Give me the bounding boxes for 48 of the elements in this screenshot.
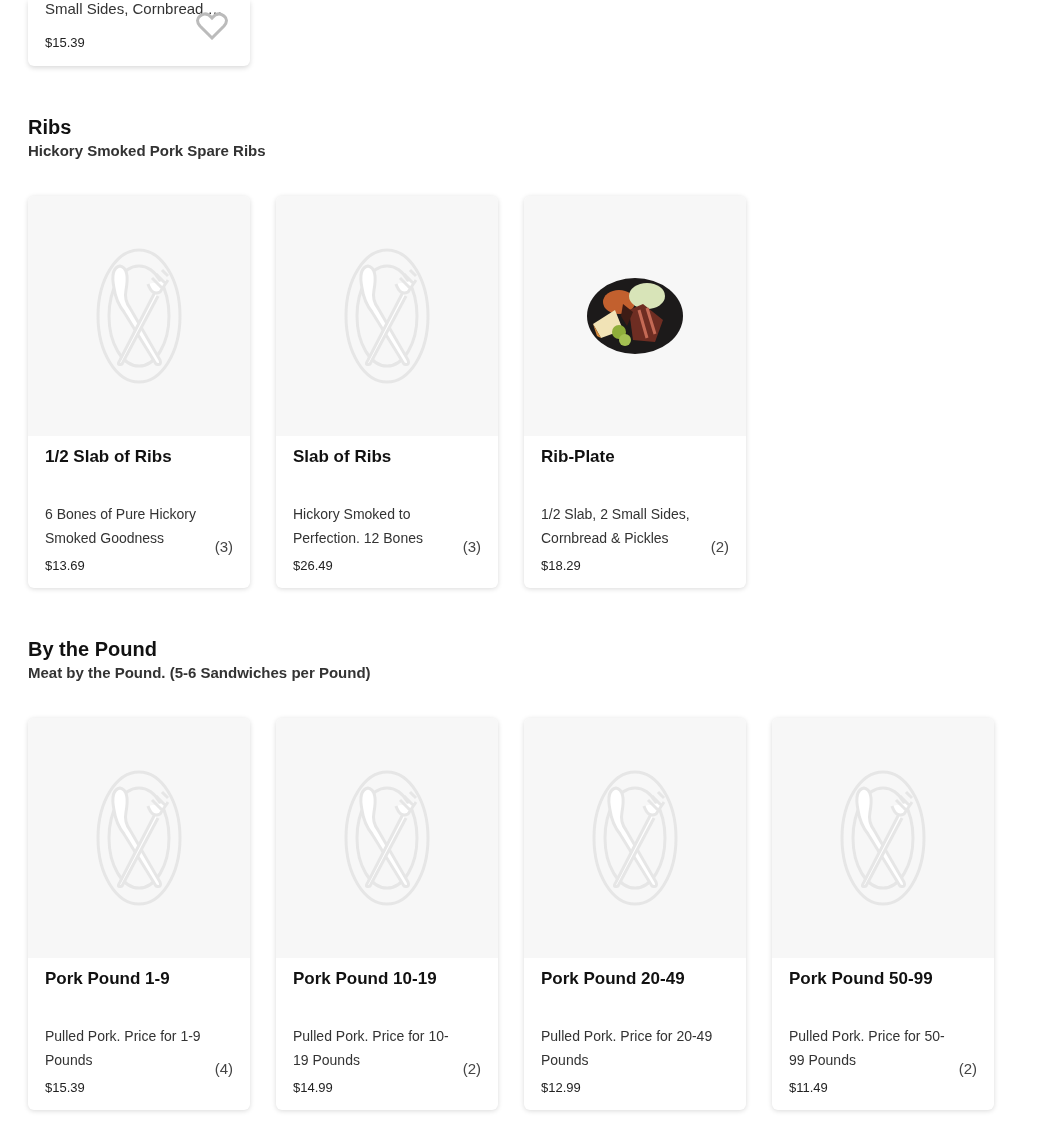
- item-description: Small Sides, Cornbread …: [45, 0, 224, 18]
- item-description: Hickory Smoked to Perfection. 12 Bones: [293, 505, 424, 548]
- menu-item-card[interactable]: Pork Pound 50-99 Pulled Pork. Price for 50-99 Pounds $11.49 (2): [772, 718, 994, 1110]
- review-count: (3): [214, 536, 233, 557]
- plate-cutlery-icon: [96, 770, 182, 906]
- review-count: (2): [710, 536, 729, 557]
- item-price: $13.69: [45, 557, 86, 575]
- item-price: $12.99: [541, 1079, 582, 1097]
- review-count: (3): [462, 536, 481, 557]
- plate-cutlery-icon: [344, 248, 430, 384]
- heart-icon[interactable]: [196, 12, 228, 40]
- item-name: Slab of Ribs: [293, 446, 393, 468]
- section-subtitle: Meat by the Pound. (5-6 Sandwiches per Pound): [28, 663, 372, 683]
- menu-item-card[interactable]: 1/2 Slab of Ribs 6 Bones of Pure Hickory Smoked Goodness $13.69 (3): [28, 196, 250, 588]
- item-price: $18.29: [541, 557, 582, 575]
- plate-cutlery-icon: [840, 770, 926, 906]
- menu-item-card[interactable]: Slab of Ribs Hickory Smoked to Perfection. 12 Bones $26.49 (3): [276, 196, 498, 588]
- item-description: Pulled Pork. Price for 20-49 Pounds: [541, 1027, 714, 1070]
- item-name: Rib-Plate: [541, 446, 616, 468]
- item-description: 1/2 Slab, 2 Small Sides, Cornbread & Pickles: [541, 505, 691, 548]
- section-title: By the Pound: [28, 637, 158, 662]
- item-price: $15.39: [45, 35, 85, 50]
- plate-cutlery-icon: [344, 770, 430, 906]
- item-name: Pork Pound 1-9: [45, 968, 171, 990]
- item-description: Pulled Pork. Price for 1-9 Pounds: [45, 1027, 202, 1070]
- item-price: $14.99: [293, 1079, 334, 1097]
- section-title: Ribs: [28, 115, 73, 140]
- item-name: Pork Pound 20-49: [541, 968, 686, 990]
- item-description: Pulled Pork. Price for 10-19 Pounds: [293, 1027, 450, 1070]
- review-count: (2): [958, 1058, 977, 1079]
- item-price: $11.49: [789, 1079, 829, 1097]
- item-description: Pulled Pork. Price for 50-99 Pounds: [789, 1027, 946, 1070]
- plate-cutlery-icon: [592, 770, 678, 906]
- item-name: 1/2 Slab of Ribs: [45, 446, 173, 468]
- item-price: $26.49: [293, 557, 334, 575]
- menu-item-card[interactable]: Rib-Plate 1/2 Slab, 2 Small Sides, Cornbread & Pickles $18.29 (2): [524, 196, 746, 588]
- section-subtitle: Hickory Smoked Pork Spare Ribs: [28, 141, 267, 161]
- item-name: Pork Pound 10-19: [293, 968, 438, 990]
- menu-item-card[interactable]: Pork Pound 20-49 Pulled Pork. Price for 20-49 Pounds $12.99: [524, 718, 746, 1110]
- menu-item-card[interactable]: Small Sides, Cornbread … $15.39: [28, 0, 250, 66]
- review-count: (2): [462, 1058, 481, 1079]
- menu-item-card[interactable]: Pork Pound 10-19 Pulled Pork. Price for 10-19 Pounds $14.99 (2): [276, 718, 498, 1110]
- item-name: Pork Pound 50-99: [789, 968, 934, 990]
- plate-cutlery-icon: [96, 248, 182, 384]
- item-price: $15.39: [45, 1079, 86, 1097]
- item-description: 6 Bones of Pure Hickory Smoked Goodness: [45, 505, 197, 548]
- menu-item-card[interactable]: Pork Pound 1-9 Pulled Pork. Price for 1-9 Pounds $15.39 (4): [28, 718, 250, 1110]
- review-count: (4): [214, 1058, 233, 1079]
